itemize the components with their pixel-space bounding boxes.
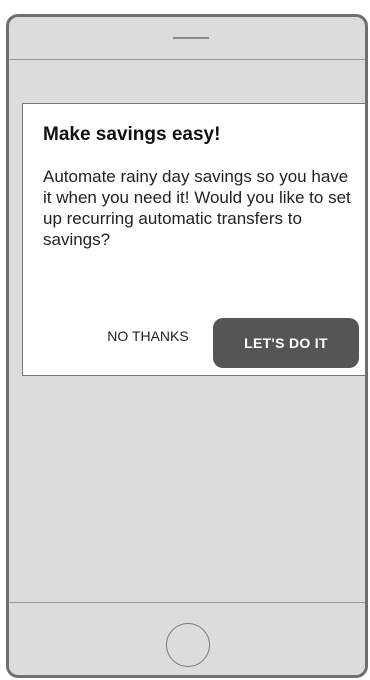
phone-frame: Make savings easy! Automate rainy day sa…: [6, 14, 368, 678]
savings-dialog: Make savings easy! Automate rainy day sa…: [22, 103, 365, 376]
dialog-message: Automate rainy day savings so you have i…: [43, 167, 351, 249]
speaker-slot: [173, 37, 209, 39]
dialog-title: Make savings easy!: [43, 124, 221, 145]
top-bezel-divider: [9, 59, 365, 60]
no-thanks-button[interactable]: NO THANKS: [89, 320, 207, 352]
lets-do-it-button[interactable]: LET'S DO IT: [213, 318, 359, 368]
home-button[interactable]: [166, 623, 210, 667]
bottom-bezel-divider: [9, 602, 365, 603]
